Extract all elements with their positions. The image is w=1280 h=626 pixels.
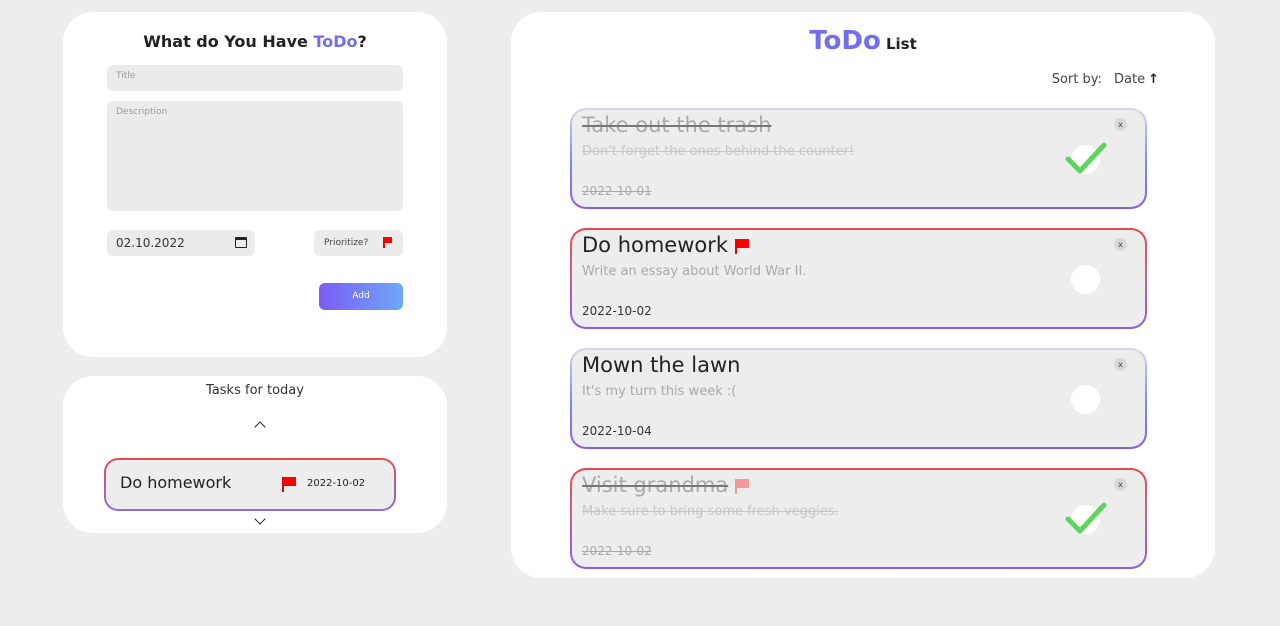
- title-input[interactable]: Title: [107, 65, 403, 91]
- todo-description: Make sure to bring some fresh veggies.: [582, 504, 839, 519]
- calendar-icon[interactable]: [235, 237, 247, 248]
- flag-icon: [734, 478, 750, 494]
- complete-toggle[interactable]: [1071, 385, 1100, 414]
- date-input[interactable]: 02.10.2022: [107, 230, 255, 256]
- todo-title-text: Do homework: [582, 233, 729, 257]
- today-heading: Tasks for today: [206, 383, 304, 398]
- new-todo-form: What do You Have ToDo? Title Description…: [63, 12, 447, 357]
- prioritize-label: Prioritize?: [324, 238, 369, 248]
- list-title-accent: ToDo: [809, 26, 881, 56]
- todo-date: 2022-10-02: [582, 544, 652, 558]
- todo-title: Visit grandma: [582, 473, 750, 497]
- tasks-for-today: Tasks for today Do homework 2022-10-02: [63, 376, 447, 533]
- todo-title: Do homework: [582, 233, 750, 257]
- sort-arrow-icon[interactable]: ↑: [1148, 72, 1159, 87]
- add-button[interactable]: Add: [319, 283, 403, 310]
- todo-description: It's my turn this week :(: [582, 384, 737, 399]
- todo-date: 2022-10-02: [582, 304, 652, 318]
- form-heading-end: ?: [357, 32, 367, 51]
- todo-description: Write an essay about World War II.: [582, 264, 807, 279]
- description-input[interactable]: Description: [107, 101, 403, 211]
- flag-icon: [734, 238, 750, 254]
- close-icon[interactable]: x: [1114, 358, 1127, 371]
- chevron-up-icon[interactable]: [254, 421, 266, 433]
- todo-date: 2022-10-01: [582, 184, 652, 198]
- today-task-item[interactable]: Do homework 2022-10-02: [104, 458, 396, 511]
- todo-date: 2022-10-04: [582, 424, 652, 438]
- todo-title-text: Visit grandma: [582, 473, 729, 497]
- sort-label: Sort by:: [1051, 72, 1102, 87]
- todo-item[interactable]: Visit grandma Make sure to bring some fr…: [570, 468, 1147, 569]
- date-value: 02.10.2022: [116, 236, 185, 250]
- list-title-suffix: List: [885, 35, 917, 53]
- todo-item[interactable]: Take out the trash Don't forget the ones…: [570, 108, 1147, 209]
- sort-control: Sort by: Date ↑: [1052, 72, 1159, 87]
- complete-toggle[interactable]: [1071, 265, 1100, 294]
- form-heading: What do You Have ToDo?: [63, 32, 447, 51]
- close-icon[interactable]: x: [1114, 238, 1127, 251]
- form-heading-accent: ToDo: [313, 32, 358, 51]
- flag-icon: [382, 237, 393, 248]
- todo-item[interactable]: Do homework Write an essay about World W…: [570, 228, 1147, 329]
- prioritize-toggle[interactable]: Prioritize?: [314, 230, 403, 256]
- today-task-date: 2022-10-02: [307, 478, 366, 489]
- close-icon[interactable]: x: [1114, 478, 1127, 491]
- todo-list-panel: ToDo List Sort by: Date ↑ Take out the tr…: [511, 12, 1215, 578]
- sort-value[interactable]: Date: [1114, 72, 1145, 87]
- today-task-title: Do homework: [120, 473, 232, 492]
- todo-title: Mown the lawn: [582, 353, 741, 377]
- flag-icon: [281, 477, 296, 492]
- todo-description: Don't forget the ones behind the counter…: [582, 144, 855, 159]
- form-heading-text: What do You Have: [143, 32, 314, 51]
- checkmark-icon[interactable]: [1064, 140, 1108, 176]
- close-icon[interactable]: x: [1114, 118, 1127, 131]
- chevron-down-icon[interactable]: [254, 513, 266, 525]
- checkmark-icon[interactable]: [1064, 500, 1108, 536]
- todo-title: Take out the trash: [582, 113, 772, 137]
- todo-item[interactable]: Mown the lawn It's my turn this week :( …: [570, 348, 1147, 449]
- list-title: ToDo List: [511, 26, 1215, 56]
